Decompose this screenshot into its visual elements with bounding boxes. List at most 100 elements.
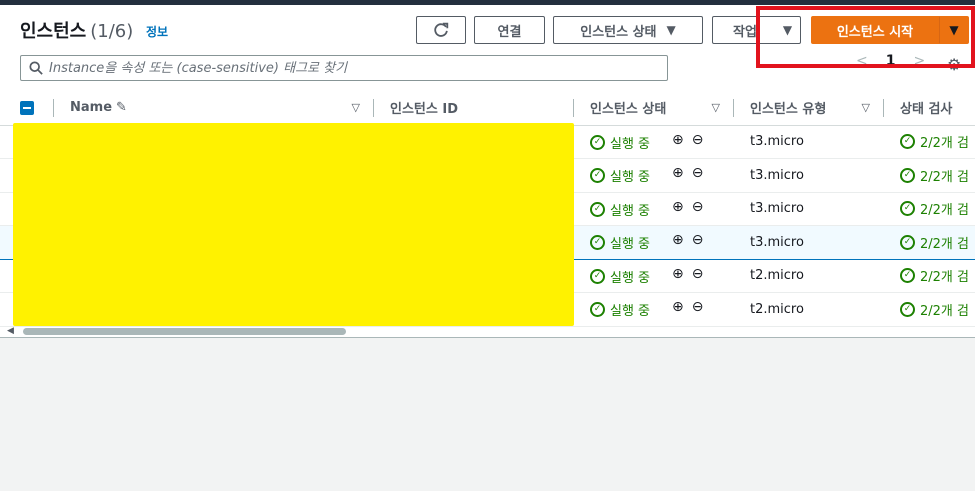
zoom-in-icon[interactable]: ⊕ [672,165,684,181]
instance-state-dropdown[interactable]: 인스턴스 상태 ▼ [553,16,703,44]
cell-instance-type: t3.micro [734,192,884,226]
column-header-status-check[interactable]: 상태 검사 [884,91,975,126]
check-circle-icon: ✓ [900,167,915,183]
check-text: 2/2개 검 [920,270,969,286]
check-circle-icon: ✓ [900,268,915,284]
cell-instance-state: ✓ 실행 중 ⊕ ⊖ [574,158,734,193]
column-label: 상태 검사 [900,102,953,118]
column-label: 인스턴스 상태 [590,102,667,118]
state-text: 실행 중 [610,203,651,219]
cell-status-check[interactable]: ✓ 2/2개 검 [884,192,975,226]
check-text: 2/2개 검 [920,236,969,252]
check-text: 2/2개 검 [920,169,969,185]
redaction-overlay [13,123,574,326]
search-box[interactable] [20,55,668,81]
zoom-out-icon[interactable]: ⊖ [692,299,704,315]
prev-page-button[interactable]: < [856,53,868,69]
cell-instance-state: ✓ 실행 중 ⊕ ⊖ [574,292,734,327]
caret-down-icon: ▼ [782,23,793,37]
cell-instance-type: t2.micro [734,292,884,327]
sort-icon[interactable]: ▽ [712,101,720,114]
zoom-out-icon[interactable]: ⊖ [692,232,704,248]
zoom-out-icon[interactable]: ⊖ [692,266,704,282]
column-header-instance-id[interactable]: 인스턴스 ID [374,91,574,126]
cell-instance-type: t2.micro [734,259,884,293]
zoom-in-icon[interactable]: ⊕ [672,266,684,282]
page-title: 인스턴스 (1/6) [20,17,133,43]
zoom-out-icon[interactable]: ⊖ [692,165,704,181]
launch-instances-button[interactable]: 인스턴스 시작 [811,16,939,44]
launch-dropdown-button[interactable]: ▼ [939,16,969,44]
instances-panel: 인스턴스(1/6) 정보 연결 인스턴스 상태 ▼ 작업 ▼ 인스턴스 시작 ▼ <… [0,5,975,338]
scrollbar-thumb[interactable] [23,328,346,335]
cell-instance-state: ✓ 실행 중 ⊕ ⊖ [574,259,734,293]
column-header-name[interactable]: Name ✎ ▽ [54,91,374,126]
cell-status-check[interactable]: ✓ 2/2개 검 [884,259,975,293]
search-input[interactable] [49,60,667,76]
caret-down-icon: ▼ [666,23,676,37]
cell-status-check[interactable]: ✓ 2/2개 검 [884,125,975,159]
scroll-left-icon[interactable]: ◀ [7,326,14,336]
check-text: 2/2개 검 [920,136,969,152]
zoom-in-icon[interactable]: ⊕ [672,199,684,215]
current-page[interactable]: 1 [886,53,896,69]
checkbox-indeterminate-icon [20,100,34,115]
actions-dropdown[interactable]: 작업 ▼ [712,16,801,44]
horizontal-scrollbar[interactable]: ◀ [0,325,975,337]
zoom-in-icon[interactable]: ⊕ [672,299,684,315]
next-page-button[interactable]: > [913,53,925,69]
pencil-icon: ✎ [116,100,127,116]
check-circle-icon: ✓ [590,134,605,150]
zoom-out-icon[interactable]: ⊖ [692,132,704,148]
instance-count: (1/6) [90,21,134,42]
cell-status-check[interactable]: ✓ 2/2개 검 [884,292,975,327]
column-header-instance-state[interactable]: 인스턴스 상태 ▽ [574,91,734,126]
title-text: 인스턴스 [20,21,87,42]
check-circle-icon: ✓ [900,234,915,250]
cell-instance-type: t3.micro [734,225,884,260]
state-text: 실행 중 [610,170,651,186]
state-text: 실행 중 [610,237,651,253]
check-circle-icon: ✓ [590,235,605,251]
column-label: Name [70,100,113,116]
zoom-in-icon[interactable]: ⊕ [672,232,684,248]
cell-instance-type: t3.micro [734,158,884,193]
check-circle-icon: ✓ [590,168,605,184]
cell-status-check[interactable]: ✓ 2/2개 검 [884,225,975,260]
check-text: 2/2개 검 [920,203,969,219]
column-label: 인스턴스 ID [390,102,458,118]
instance-state-label: 인스턴스 상태 [580,24,657,40]
info-link[interactable]: 정보 [146,23,168,40]
search-icon [29,61,43,75]
zoom-out-icon[interactable]: ⊖ [692,199,704,215]
pagination: < 1 > [856,53,925,69]
check-circle-icon: ✓ [900,201,915,217]
state-text: 실행 중 [610,270,651,286]
column-label: 인스턴스 유형 [750,102,827,118]
check-circle-icon: ✓ [900,134,915,150]
cell-instance-type: t3.micro [734,125,884,159]
check-text: 2/2개 검 [920,303,969,319]
cell-instance-state: ✓ 실행 중 ⊕ ⊖ [574,225,734,260]
check-circle-icon: ✓ [590,268,605,284]
connect-button[interactable]: 연결 [474,16,545,44]
state-text: 실행 중 [610,136,651,152]
check-circle-icon: ✓ [590,302,605,318]
refresh-icon [434,22,449,37]
check-circle-icon: ✓ [900,301,915,317]
sort-icon[interactable]: ▽ [862,101,870,114]
gear-icon[interactable]: ⚙ [947,55,961,74]
cell-instance-state: ✓ 실행 중 ⊕ ⊖ [574,125,734,159]
zoom-in-icon[interactable]: ⊕ [672,132,684,148]
check-circle-icon: ✓ [590,201,605,217]
actions-label: 작업 [733,24,757,40]
state-text: 실행 중 [610,304,651,320]
caret-down-icon: ▼ [949,23,959,37]
sort-icon[interactable]: ▽ [352,101,360,114]
column-header-instance-type[interactable]: 인스턴스 유형 ▽ [734,91,884,126]
cell-instance-state: ✓ 실행 중 ⊕ ⊖ [574,192,734,226]
select-all-checkbox[interactable] [0,91,54,126]
table-header-row: Name ✎ ▽ 인스턴스 ID 인스턴스 상태 ▽ 인스턴스 유형 ▽ 상태 검사 [0,91,975,126]
cell-status-check[interactable]: ✓ 2/2개 검 [884,158,975,193]
refresh-button[interactable] [416,16,466,44]
